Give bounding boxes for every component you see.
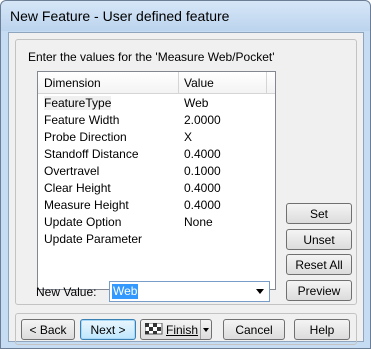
value-cell: 2.0000 xyxy=(184,113,221,127)
title-bar[interactable]: New Feature - User defined feature xyxy=(1,1,370,31)
set-button[interactable]: Set xyxy=(286,203,352,224)
table-row[interactable]: Probe Direction X xyxy=(38,128,275,145)
back-button[interactable]: < Back xyxy=(21,319,75,340)
new-value-label: New Value: xyxy=(36,285,97,299)
values-group: Enter the values for the 'Measure Web/Po… xyxy=(15,39,357,305)
next-button-label: Next > xyxy=(90,323,126,337)
cancel-button[interactable]: Cancel xyxy=(223,319,285,340)
set-button-label: Set xyxy=(309,207,328,221)
unset-button[interactable]: Unset xyxy=(286,229,352,250)
table-row[interactable]: Measure Height 0.4000 xyxy=(38,196,275,213)
table-row[interactable]: Clear Height 0.4000 xyxy=(38,179,275,196)
value-cell: X xyxy=(184,130,193,144)
table-row[interactable]: Feature Width 2.0000 xyxy=(38,111,275,128)
cancel-button-label: Cancel xyxy=(235,323,273,337)
unset-button-label: Unset xyxy=(303,233,335,247)
finish-button[interactable]: Finish xyxy=(140,319,212,340)
dimension-cell: Update Option xyxy=(44,215,122,229)
back-button-label: < Back xyxy=(29,323,67,337)
column-divider[interactable] xyxy=(178,72,179,93)
table-row[interactable]: FeatureType Web xyxy=(38,94,275,111)
value-cell: None xyxy=(184,215,213,229)
dimension-cell: Update Parameter xyxy=(44,232,143,246)
next-button[interactable]: Next > xyxy=(80,319,136,340)
table-row[interactable]: Standoff Distance 0.4000 xyxy=(38,145,275,162)
value-cell: 0.4000 xyxy=(184,147,221,161)
help-button[interactable]: Help xyxy=(294,319,350,340)
dimension-cell: Clear Height xyxy=(44,181,111,195)
dimension-cell: Measure Height xyxy=(44,198,129,212)
dimension-cell: Standoff Distance xyxy=(44,147,139,161)
dimension-cell: Overtravel xyxy=(44,164,100,178)
list-header: Dimension Value xyxy=(38,72,275,94)
dimension-list[interactable]: Dimension Value FeatureType Web Feature … xyxy=(37,71,276,290)
value-cell: 0.4000 xyxy=(184,181,221,195)
value-cell: 0.4000 xyxy=(184,198,221,212)
value-cell: Web xyxy=(184,96,209,110)
table-row[interactable]: Update Option None xyxy=(38,213,275,230)
preview-button-label: Preview xyxy=(297,284,341,298)
chevron-down-icon xyxy=(203,328,209,332)
preview-button[interactable]: Preview xyxy=(286,280,352,301)
column-header-dimension[interactable]: Dimension xyxy=(44,76,101,90)
window-title: New Feature - User defined feature xyxy=(10,8,230,24)
reset-all-button-label: Reset All xyxy=(295,258,343,272)
dimension-cell: Feature Width xyxy=(44,113,120,127)
value-cell: 0.1000 xyxy=(184,164,221,178)
checkered-flag-icon xyxy=(145,323,163,335)
dialog-body: Enter the values for the 'Measure Web/Po… xyxy=(8,32,364,345)
table-row[interactable]: Overtravel 0.1000 xyxy=(38,162,275,179)
help-button-label: Help xyxy=(309,323,335,337)
prompt-text: Enter the values for the 'Measure Web/Po… xyxy=(28,50,275,64)
finish-button-label: Finish xyxy=(166,323,199,337)
finish-dropdown[interactable] xyxy=(200,320,211,339)
wizard-buttons: < Back Next > Finish Cancel Help xyxy=(15,313,357,345)
reset-all-button[interactable]: Reset All xyxy=(286,254,352,275)
table-row[interactable]: Update Parameter xyxy=(38,230,275,247)
dimension-cell: Probe Direction xyxy=(44,130,127,144)
chevron-down-icon[interactable] xyxy=(256,289,264,294)
dialog-window: New Feature - User defined feature Enter… xyxy=(0,0,371,349)
column-header-value[interactable]: Value xyxy=(184,76,214,90)
column-divider[interactable] xyxy=(266,72,267,93)
dimension-cell: FeatureType xyxy=(44,96,112,110)
new-value-text: Web xyxy=(112,284,139,299)
new-value-combobox[interactable]: Web xyxy=(109,281,270,302)
